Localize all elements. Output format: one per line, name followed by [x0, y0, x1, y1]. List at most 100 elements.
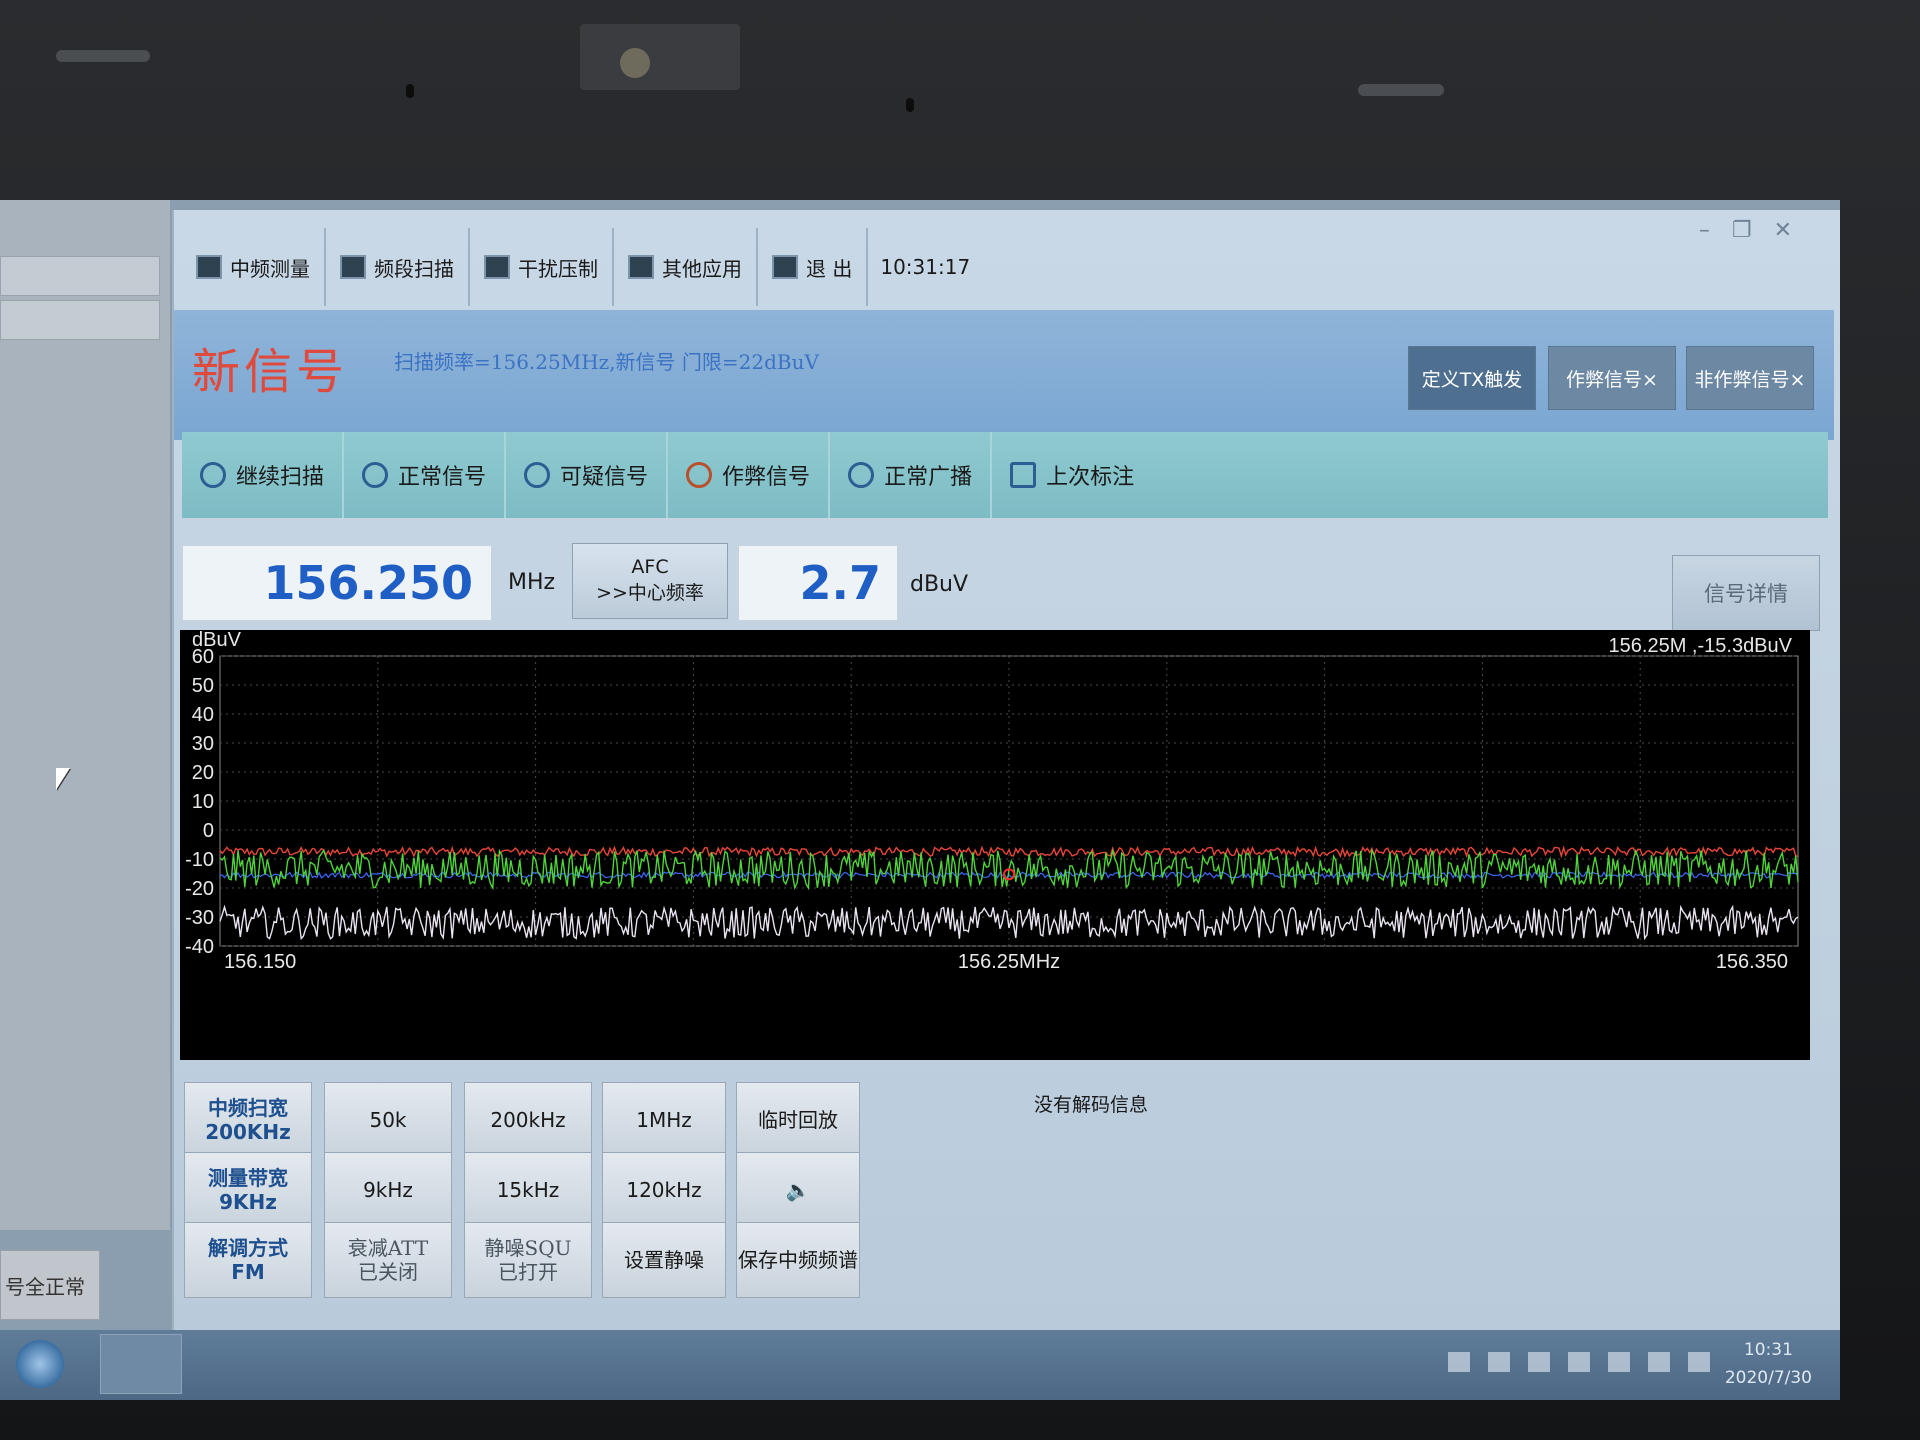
taskbar-app-button[interactable]	[100, 1334, 182, 1394]
level-display: 2.7	[738, 545, 898, 621]
tool-label: 上次标注	[1046, 465, 1135, 490]
scan-info: 扫描频率=156.25MHz,新信号 门限=22dBuV	[394, 350, 819, 374]
tool-label: 正常信号	[398, 465, 487, 490]
x-tick-label: 156.25MHz	[958, 951, 1060, 973]
control-button-r1-c3[interactable]: 120kHz	[602, 1152, 726, 1228]
y-tick-label: 50	[192, 675, 214, 697]
warning-antenna-icon	[686, 462, 713, 488]
suspicious-signal-button[interactable]: 可疑信号	[506, 432, 669, 518]
menu-jamming[interactable]: 干扰压制	[470, 228, 614, 306]
decode-info: 没有解码信息	[1034, 1094, 1149, 1116]
y-tick-label: 40	[192, 704, 214, 726]
bezel-mic-left	[406, 84, 414, 98]
control-button-r1-c4[interactable]: 🔈	[736, 1152, 860, 1228]
control-button-r1-c1[interactable]: 9kHz	[324, 1152, 452, 1228]
scan-icon	[340, 255, 366, 279]
side-field-2[interactable]	[0, 300, 160, 340]
control-button-r2-c0[interactable]: 解调方式 FM	[184, 1222, 312, 1298]
y-tick-label: -40	[185, 936, 214, 958]
menu-if-measure[interactable]: 中频测量	[182, 228, 326, 306]
menu-exit[interactable]: 退 出	[758, 228, 869, 306]
y-axis-label: dBuV	[192, 630, 242, 651]
window-controls: – ❐ ✕	[1699, 218, 1792, 243]
y-tick-label: 10	[192, 791, 214, 813]
control-button-r2-c2[interactable]: 静噪SQU 已打开	[464, 1222, 592, 1298]
tag-icon	[1010, 462, 1037, 488]
continue-scan-button[interactable]: 继续扫描	[182, 432, 345, 518]
mouse-cursor-icon	[56, 768, 70, 790]
define-tx-trigger-button[interactable]: 定义TX触发	[1408, 346, 1536, 410]
tray-battery-icon[interactable]	[1648, 1352, 1670, 1372]
y-tick-label: 0	[203, 820, 214, 842]
y-tick-label: -10	[185, 849, 214, 871]
side-status-label: 号全正常	[0, 1250, 100, 1320]
tool-label: 正常广播	[884, 465, 973, 490]
app-clock: 10:31:17	[880, 255, 971, 279]
tool-label: 作弊信号	[722, 465, 811, 490]
restore-icon[interactable]: ❐	[1732, 218, 1752, 243]
cheat-signal-button[interactable]: 作弊信号×	[1548, 346, 1676, 410]
afc-sublabel: >>中心频率	[596, 582, 704, 604]
antenna-icon	[524, 462, 551, 488]
last-mark-button[interactable]: 上次标注	[992, 432, 1152, 518]
jam-icon	[484, 255, 510, 279]
afc-label: AFC	[631, 556, 669, 578]
bezel-slot-left	[56, 50, 150, 62]
laptop-bezel: 号全正常 – ❐ ✕ 中频测量 频段扫描 干扰压制 其他应用 退 出 10:31…	[0, 0, 1920, 1440]
cheat-signal-tool-button[interactable]: 作弊信号	[668, 432, 831, 518]
screen: 号全正常 – ❐ ✕ 中频测量 频段扫描 干扰压制 其他应用 退 出 10:31…	[0, 200, 1840, 1400]
search-icon	[200, 462, 226, 488]
x-tick-label: 156.150	[224, 951, 296, 973]
level-unit: dBuV	[910, 572, 969, 597]
taskbar-time: 10:31	[1743, 1340, 1793, 1360]
control-button-r0-c1[interactable]: 50k	[324, 1082, 452, 1158]
tray-network-icon[interactable]	[1528, 1352, 1550, 1372]
control-button-r2-c1[interactable]: 衰减ATT 已关闭	[324, 1222, 452, 1298]
signal-detail-button[interactable]: 信号详情	[1672, 555, 1820, 631]
tray-flag-icon[interactable]	[1608, 1352, 1630, 1372]
non-cheat-signal-button[interactable]: 非作弊信号×	[1686, 346, 1814, 410]
control-button-r1-c0[interactable]: 测量带宽 9KHz	[184, 1152, 312, 1228]
webcam-icon	[620, 48, 650, 78]
speaker-icon	[848, 462, 875, 488]
menubar: 中频测量 频段扫描 干扰压制 其他应用 退 出 10:31:17	[182, 228, 970, 306]
tool-label: 可疑信号	[560, 465, 649, 490]
bezel-slot-right	[1358, 84, 1444, 96]
bezel-mic-right	[906, 98, 914, 112]
menu-label: 干扰压制	[518, 256, 598, 281]
menu-band-scan[interactable]: 频段扫描	[326, 228, 470, 306]
tray-volume-icon[interactable]	[1688, 1352, 1710, 1372]
minimize-icon[interactable]: –	[1699, 218, 1710, 243]
tray-help-icon[interactable]	[1488, 1352, 1510, 1372]
spectrum-plot[interactable]: 60 50 40 30 20 10 0 -10 -20 -30 -40 dBuV 156.25M ,-1…	[180, 630, 1810, 1060]
taskbar-date: 2020/7/30	[1724, 1368, 1812, 1388]
control-button-r0-c0[interactable]: 中频扫宽 200KHz	[184, 1082, 312, 1158]
tray-keyboard-icon[interactable]	[1448, 1352, 1470, 1372]
frequency-unit: MHz	[508, 570, 556, 595]
y-tick-label: 20	[192, 762, 214, 784]
control-button-r0-c2[interactable]: 200kHz	[464, 1082, 592, 1158]
control-button-r0-c4[interactable]: 临时回放	[736, 1082, 860, 1158]
start-button-icon[interactable]	[16, 1340, 64, 1388]
control-button-r0-c3[interactable]: 1MHz	[602, 1082, 726, 1158]
tray-up-icon[interactable]	[1568, 1352, 1590, 1372]
control-button-r2-c3[interactable]: 设置静噪	[602, 1222, 726, 1298]
close-icon[interactable]: ✕	[1774, 218, 1792, 243]
control-button-r1-c2[interactable]: 15kHz	[464, 1152, 592, 1228]
frequency-display[interactable]: 156.250	[182, 545, 492, 621]
control-button-r2-c4[interactable]: 保存中频频谱	[736, 1222, 860, 1298]
normal-broadcast-button[interactable]: 正常广播	[830, 432, 993, 518]
apps-icon	[628, 255, 654, 279]
signal-toolbar: 继续扫描 正常信号 可疑信号 作弊信号 正常广播 上次标注	[182, 432, 1828, 518]
side-field-1[interactable]	[0, 256, 160, 296]
taskbar-clock[interactable]: 10:31 2020/7/30	[1725, 1336, 1812, 1392]
menu-label: 退 出	[806, 256, 853, 281]
menu-other-apps[interactable]: 其他应用	[614, 228, 758, 306]
tool-label: 继续扫描	[236, 465, 325, 490]
antenna-icon	[362, 462, 389, 488]
signal-banner: 新信号 扫描频率=156.25MHz,新信号 门限=22dBuV 定义TX触发 …	[174, 310, 1834, 440]
afc-center-frequency-button[interactable]: AFC >>中心频率	[572, 543, 728, 619]
normal-signal-button[interactable]: 正常信号	[344, 432, 507, 518]
y-tick-label: -20	[185, 878, 214, 900]
system-tray	[1448, 1352, 1710, 1372]
